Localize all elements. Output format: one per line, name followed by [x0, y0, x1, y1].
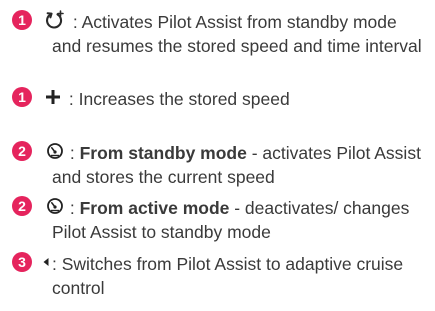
mode-label: From standby mode — [79, 143, 247, 163]
separator: : — [68, 12, 82, 32]
separator: : — [65, 198, 80, 218]
number-badge: 1 — [12, 10, 32, 30]
mode-label: From active mode — [79, 198, 230, 218]
number-badge: 1 — [12, 87, 32, 107]
separator: : — [65, 143, 80, 163]
item-text: : Increases the stored speed — [52, 87, 422, 111]
function-list: 1 : Activates Pilot Assist from standby … — [0, 0, 435, 311]
number-badge: 2 — [12, 141, 32, 161]
number-badge: 2 — [12, 196, 32, 216]
arrow-left-icon — [41, 252, 51, 272]
item-text: : Switches from Pilot Assist to adaptive… — [52, 252, 422, 300]
separator: : — [52, 254, 62, 274]
description: Switches from Pilot Assist to adaptive c… — [52, 254, 404, 298]
item-text: : From active mode - deactivates/ change… — [52, 196, 422, 244]
item-text: : From standby mode - activates Pilot As… — [52, 141, 422, 189]
number-badge: 3 — [12, 252, 32, 272]
description: Activates Pilot Assist from standby mode… — [52, 12, 422, 56]
item-text: : Activates Pilot Assist from standby mo… — [52, 10, 422, 58]
separator: : — [64, 89, 79, 109]
description: Increases the stored speed — [78, 89, 290, 109]
